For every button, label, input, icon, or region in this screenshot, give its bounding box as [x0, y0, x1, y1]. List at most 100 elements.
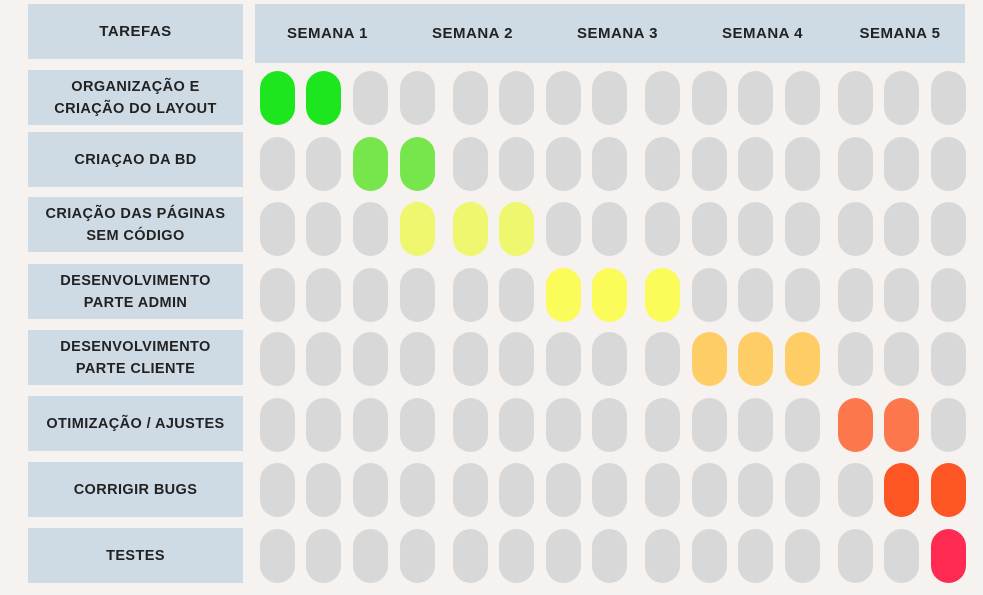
- schedule-slot-active: [931, 463, 966, 517]
- schedule-slot: [400, 529, 435, 583]
- schedule-slot: [592, 332, 627, 386]
- schedule-slot: [306, 137, 341, 191]
- schedule-slot: [592, 398, 627, 452]
- schedule-slot-active: [453, 202, 488, 256]
- schedule-slot-active: [546, 268, 581, 322]
- schedule-slot: [838, 137, 873, 191]
- schedule-slot: [785, 463, 820, 517]
- week-5-header: SEMANA 5: [859, 25, 941, 42]
- schedule-slot: [306, 529, 341, 583]
- schedule-slot: [400, 398, 435, 452]
- schedule-slot: [645, 137, 680, 191]
- week-1-header: SEMANA 1: [287, 25, 368, 42]
- schedule-slot: [692, 398, 727, 452]
- schedule-slot: [260, 529, 295, 583]
- schedule-slot: [353, 398, 388, 452]
- schedule-slot-active: [692, 332, 727, 386]
- schedule-slot: [738, 268, 773, 322]
- schedule-slot: [400, 268, 435, 322]
- schedule-slot-active: [838, 398, 873, 452]
- schedule-slot-active: [400, 137, 435, 191]
- schedule-slot-active: [499, 202, 534, 256]
- schedule-slot: [453, 71, 488, 125]
- schedule-slot: [592, 202, 627, 256]
- schedule-slot: [645, 463, 680, 517]
- schedule-slot: [931, 268, 966, 322]
- schedule-slot: [645, 398, 680, 452]
- task-label: OTIMIZAÇÃO / AJUSTES: [28, 396, 243, 451]
- schedule-slot: [499, 332, 534, 386]
- schedule-slot: [453, 268, 488, 322]
- week-2-header: SEMANA 2: [432, 25, 513, 42]
- schedule-slot: [884, 202, 919, 256]
- schedule-slot: [260, 463, 295, 517]
- schedule-slot: [692, 71, 727, 125]
- schedule-slot: [884, 137, 919, 191]
- week-3-header: SEMANA 3: [577, 25, 658, 42]
- schedule-slot: [453, 463, 488, 517]
- schedule-slot: [884, 268, 919, 322]
- schedule-slot: [546, 137, 581, 191]
- schedule-slot: [738, 202, 773, 256]
- schedule-slot: [546, 529, 581, 583]
- schedule-slot: [592, 463, 627, 517]
- schedule-slot: [453, 529, 488, 583]
- schedule-slot: [260, 137, 295, 191]
- task-label: CRIAÇÃO DAS PÁGINAS SEM CÓDIGO: [28, 197, 243, 252]
- schedule-slot: [592, 71, 627, 125]
- schedule-slot: [353, 202, 388, 256]
- schedule-slot: [400, 71, 435, 125]
- schedule-slot: [260, 332, 295, 386]
- schedule-slot: [884, 332, 919, 386]
- schedule-slot: [453, 332, 488, 386]
- schedule-slot: [353, 463, 388, 517]
- schedule-slot: [546, 71, 581, 125]
- week-4-header: SEMANA 4: [722, 25, 803, 42]
- schedule-slot: [838, 202, 873, 256]
- schedule-slot: [260, 268, 295, 322]
- schedule-slot: [738, 137, 773, 191]
- task-label: DESENVOLVIMENTO PARTE CLIENTE: [28, 330, 243, 385]
- schedule-slot: [931, 202, 966, 256]
- tasks-column-header: TAREFAS: [28, 4, 243, 59]
- schedule-slot: [453, 398, 488, 452]
- schedule-slot: [592, 137, 627, 191]
- schedule-slot: [400, 332, 435, 386]
- task-label: TESTES: [28, 528, 243, 583]
- schedule-slot: [499, 268, 534, 322]
- schedule-slot-active: [400, 202, 435, 256]
- schedule-slot: [838, 529, 873, 583]
- schedule-slot: [738, 398, 773, 452]
- schedule-slot-active: [884, 398, 919, 452]
- schedule-slot: [353, 529, 388, 583]
- schedule-slot: [692, 268, 727, 322]
- schedule-slot-active: [931, 529, 966, 583]
- schedule-slot: [884, 529, 919, 583]
- schedule-slot: [453, 137, 488, 191]
- schedule-slot: [645, 71, 680, 125]
- schedule-slot: [785, 202, 820, 256]
- schedule-slot-active: [884, 463, 919, 517]
- schedule-slot: [260, 202, 295, 256]
- schedule-slot: [931, 137, 966, 191]
- schedule-slot: [785, 398, 820, 452]
- schedule-slot: [499, 463, 534, 517]
- schedule-slot-active: [260, 71, 295, 125]
- schedule-slot-active: [592, 268, 627, 322]
- schedule-slot: [306, 463, 341, 517]
- schedule-slot: [353, 268, 388, 322]
- schedule-slot: [931, 71, 966, 125]
- schedule-slot: [306, 202, 341, 256]
- schedule-slot: [400, 463, 435, 517]
- task-label: DESENVOLVIMENTO PARTE ADMIN: [28, 264, 243, 319]
- schedule-slot-active: [738, 332, 773, 386]
- schedule-slot: [692, 202, 727, 256]
- schedule-slot-active: [645, 268, 680, 322]
- schedule-slot: [931, 332, 966, 386]
- schedule-slot: [785, 268, 820, 322]
- schedule-slot: [692, 137, 727, 191]
- schedule-slot: [738, 463, 773, 517]
- schedule-slot: [645, 202, 680, 256]
- task-label: CRIAÇAO DA BD: [28, 132, 243, 187]
- schedule-slot: [499, 137, 534, 191]
